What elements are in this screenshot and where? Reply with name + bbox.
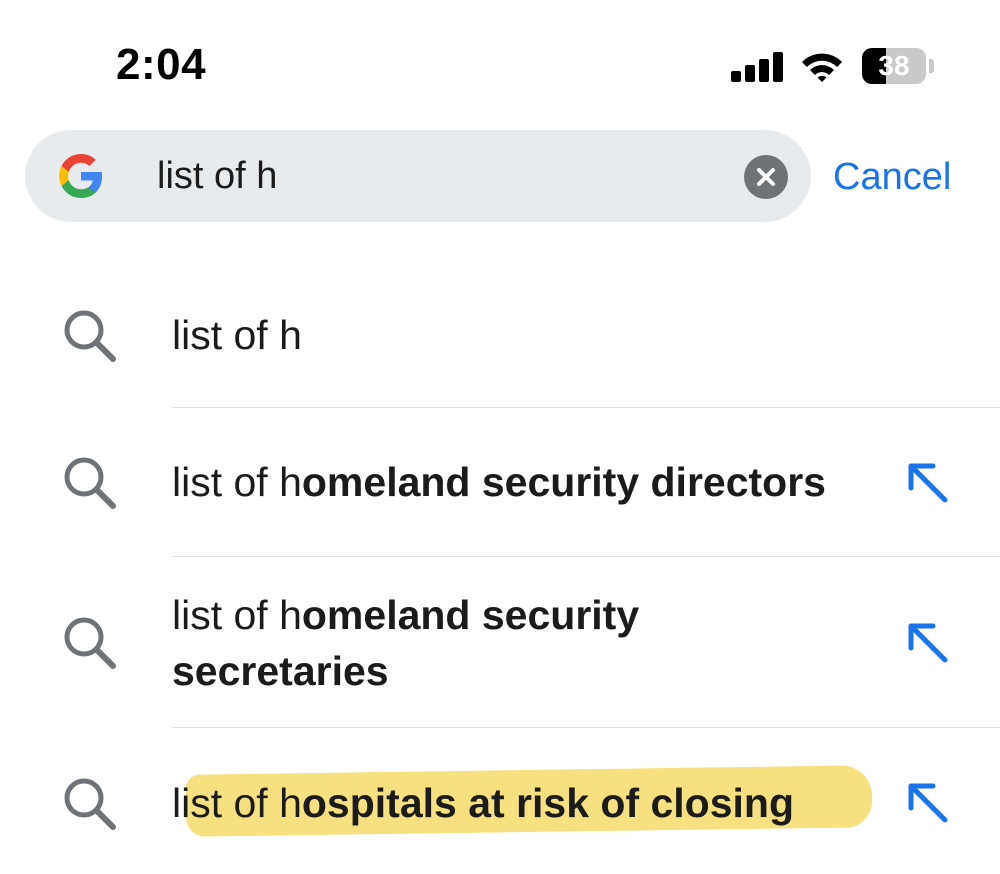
suggestion-text: list of homeland security [172,587,639,643]
suggestion-typed: list of h [172,459,302,505]
search-icon [64,457,116,509]
wifi-icon [802,53,842,82]
suggestion-completion-line2: secretaries [172,648,389,694]
cellular-signal-icon [731,52,783,82]
suggestion-item[interactable]: list of hospitals at risk of closing [0,728,1000,874]
search-input[interactable]: list of h [157,130,277,222]
search-icon [64,778,116,830]
suggestion-item[interactable]: list of h [0,300,1000,408]
arrow-up-left-icon[interactable] [900,615,954,669]
suggestion-typed: list of h [172,780,302,826]
suggestion-completion: ospitals at risk of closing [301,780,795,826]
arrow-up-left-icon[interactable] [900,455,954,509]
screen: 2:04 38 list of h Cancel list of h list … [0,0,1000,874]
suggestion-typed: list of h [172,592,302,638]
suggestion-text-line2: secretaries [172,643,389,699]
search-icon [64,310,116,362]
battery-percent: 38 [878,50,910,81]
suggestion-text: list of hospitals at risk of closing [172,775,794,831]
suggestion-item[interactable]: list of homeland security directors [0,408,1000,556]
battery-cap [929,59,934,73]
google-logo-icon [59,154,103,198]
suggestion-text: list of homeland security directors [172,454,826,510]
search-icon [64,617,116,669]
suggestion-completion: omeland security directors [301,459,826,505]
suggestion-typed: list of h [172,312,302,358]
battery-icon: 38 [862,48,926,84]
arrow-up-left-icon[interactable] [900,775,954,829]
suggestion-text: list of h [172,307,302,363]
cancel-button[interactable]: Cancel [833,152,951,202]
suggestion-item[interactable]: list of homeland security secretaries [0,557,1000,727]
suggestion-completion: omeland security [301,592,640,638]
clear-search-button[interactable] [744,155,788,199]
status-bar: 2:04 38 [0,0,1000,120]
status-time: 2:04 [116,40,207,89]
search-field[interactable]: list of h [25,130,811,222]
clear-icon [757,168,775,186]
